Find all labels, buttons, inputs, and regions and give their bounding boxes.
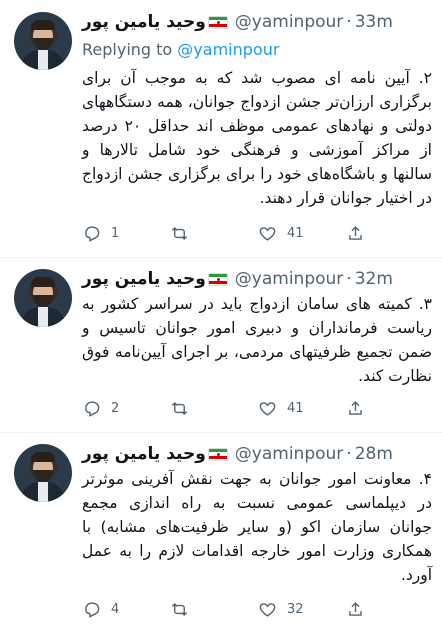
reply-icon	[85, 225, 100, 242]
iran-flag-icon	[207, 447, 228, 461]
user-handle[interactable]: @yaminpour	[235, 444, 344, 464]
share-icon	[349, 601, 362, 616]
timestamp[interactable]: 28m	[355, 444, 393, 464]
reply-button[interactable]: 1	[82, 224, 170, 243]
replying-label: Replying to	[82, 40, 173, 59]
display-name[interactable]: وحید یامین پور	[82, 444, 206, 464]
tweet-header: وحید یامین پور @yaminpour · 28m	[82, 442, 432, 466]
share-icon	[349, 225, 362, 240]
separator-dot: ·	[346, 444, 352, 464]
reply-count: 1	[111, 225, 120, 241]
share-button[interactable]	[346, 399, 365, 418]
tweet-text: ۳. کمیته های سامان ازدواج باید در سراسر …	[82, 295, 432, 385]
tweet-actions: 2 41	[82, 397, 432, 419]
heart-icon	[259, 401, 276, 416]
like-count: 41	[287, 225, 304, 241]
retweet-icon	[171, 602, 188, 616]
like-button[interactable]: 41	[258, 399, 346, 418]
display-name[interactable]: وحید یامین پور	[82, 12, 206, 32]
reply-count: 4	[111, 601, 120, 617]
user-handle[interactable]: @yaminpour	[235, 12, 344, 32]
reply-button[interactable]: 2	[82, 399, 170, 418]
reply-count: 2	[111, 400, 120, 416]
heart-icon	[259, 602, 276, 617]
replying-to: Replying to @yaminpour	[82, 40, 279, 59]
display-name[interactable]: وحید یامین پور	[82, 269, 206, 289]
like-button[interactable]: 32	[258, 600, 346, 619]
like-button[interactable]: 41	[258, 224, 346, 243]
divider	[0, 432, 442, 433]
replying-handle-link[interactable]: @yaminpour	[177, 40, 279, 59]
timestamp[interactable]: 33m	[355, 12, 393, 32]
heart-icon	[259, 226, 276, 241]
reply-icon	[85, 601, 100, 618]
reply-icon	[85, 400, 100, 417]
avatar[interactable]	[14, 444, 72, 502]
reply-button[interactable]: 4	[82, 600, 170, 619]
avatar[interactable]	[14, 269, 72, 327]
divider	[0, 257, 442, 258]
separator-dot: ·	[346, 12, 352, 32]
retweet-button[interactable]	[170, 600, 258, 619]
share-icon	[349, 400, 362, 415]
tweet-header: وحید یامین پور @yaminpour · 32m	[82, 267, 432, 291]
avatar[interactable]	[14, 12, 72, 70]
tweet-text: ۲. آیین نامه ای مصوب شد که به موجب آن بر…	[82, 69, 432, 207]
like-count: 32	[287, 601, 304, 617]
tweet-actions: 1 41	[82, 222, 432, 244]
user-handle[interactable]: @yaminpour	[235, 269, 344, 289]
retweet-icon	[171, 226, 188, 240]
timestamp[interactable]: 32m	[355, 269, 393, 289]
like-count: 41	[287, 400, 304, 416]
tweet-text: ۴. معاونت امور جوانان به جهت نقش آفرینی …	[82, 470, 432, 584]
retweet-button[interactable]	[170, 399, 258, 418]
retweet-icon	[171, 401, 188, 415]
share-button[interactable]	[346, 224, 365, 243]
iran-flag-icon	[207, 15, 228, 29]
iran-flag-icon	[207, 272, 228, 286]
retweet-button[interactable]	[170, 224, 258, 243]
tweet-actions: 4 32	[82, 598, 432, 620]
separator-dot: ·	[346, 269, 352, 289]
tweet-header: وحید یامین پور @yaminpour · 33m	[82, 10, 432, 34]
share-button[interactable]	[346, 600, 365, 619]
